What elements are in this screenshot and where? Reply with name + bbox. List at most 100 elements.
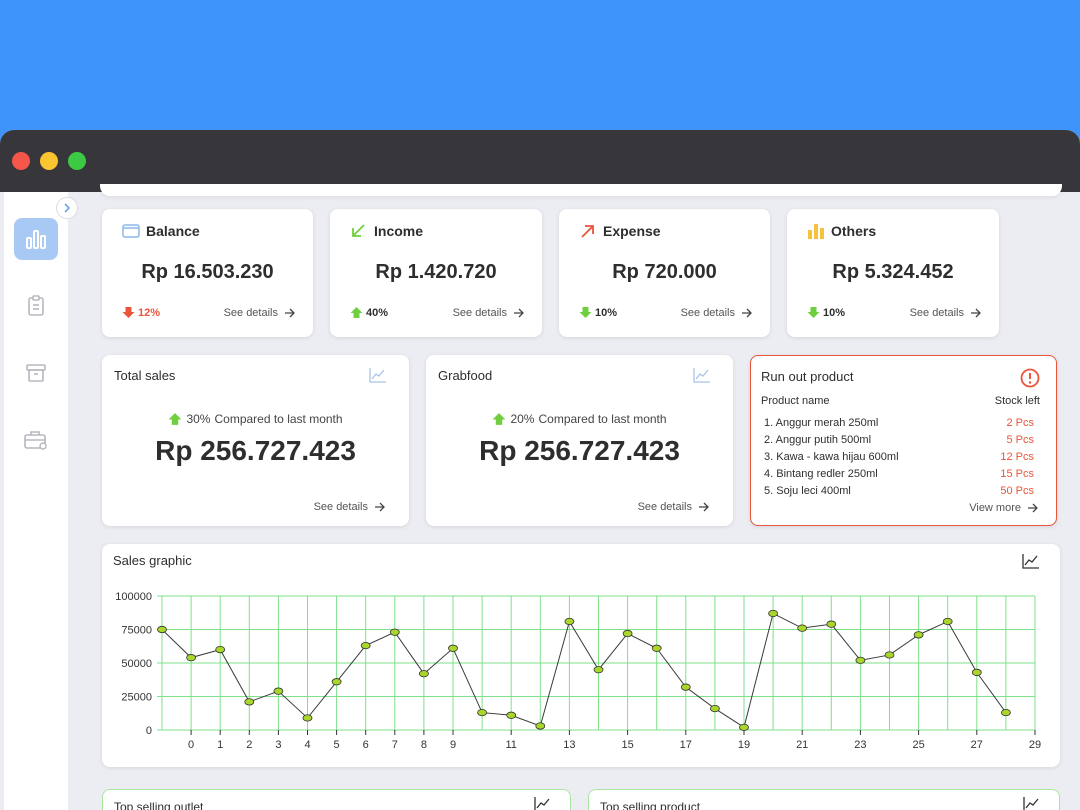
data-point[interactable] [884, 651, 895, 659]
others-percent: 10% [823, 306, 846, 319]
line-chart-icon[interactable] [1023, 796, 1041, 810]
product-name: 1. Anggur merah 250ml [764, 416, 879, 429]
sidebar-item-dashboard[interactable] [14, 218, 58, 260]
data-point[interactable] [564, 617, 575, 626]
list-item: 5. Soju leci 400ml 50 Pcs [761, 482, 1034, 499]
x-tick-label: 8 [421, 739, 427, 751]
sidebar-item-outlets[interactable] [14, 419, 58, 461]
data-point[interactable] [360, 641, 371, 650]
maximize-window-button[interactable] [68, 152, 86, 170]
chart-grid [157, 595, 1036, 731]
arrow-up-icon [492, 413, 506, 425]
balance-card: Balance Rp 16.503.230 12% See details [102, 209, 313, 337]
see-details-label: See details [223, 306, 278, 319]
arrow-right-icon [514, 308, 524, 317]
stock-left: 2 Pcs [1006, 416, 1034, 429]
arrow-right-icon [699, 502, 709, 512]
view-more-link[interactable]: View more [969, 502, 1038, 514]
data-point[interactable] [913, 631, 924, 639]
top-selling-outlet-card: Top selling outlet [102, 789, 571, 810]
data-point[interactable] [710, 704, 720, 713]
data-point[interactable] [739, 723, 749, 731]
data-point[interactable] [1001, 708, 1011, 717]
grabfood-value: Rp 256.727.423 [479, 435, 680, 466]
data-point[interactable] [244, 698, 255, 706]
data-point[interactable] [157, 625, 167, 634]
data-point[interactable] [797, 624, 808, 632]
expense-card: Expense Rp 720.000 10% See details [559, 209, 770, 337]
product-name: 4. Bintang redler 250ml [764, 467, 878, 480]
header-strip [100, 184, 1062, 196]
data-point[interactable] [535, 722, 546, 730]
data-point[interactable] [186, 654, 196, 662]
x-tick-label: 0 [188, 739, 194, 751]
expense-percent: 10% [595, 306, 618, 319]
data-point[interactable] [855, 656, 866, 664]
data-point[interactable] [389, 628, 400, 636]
arrow-down-icon [579, 307, 592, 318]
arrow-up-right-icon [581, 225, 594, 238]
total-sales-card: Total sales 30% Compared to last month R… [102, 355, 409, 526]
data-point[interactable] [593, 666, 604, 674]
chart-axes: 02500050000750001000000 1 2 3 4 5 6 7 8 9 11 13 15 17… [115, 591, 1041, 751]
bar-chart-icon [26, 230, 46, 249]
see-details-label: See details [680, 306, 735, 319]
sidebar-item-reports[interactable] [14, 285, 58, 327]
title-bar [0, 130, 1080, 192]
data-point[interactable] [215, 646, 226, 654]
grabfood-percent: 20% [510, 412, 535, 426]
line-chart-icon[interactable] [369, 367, 387, 383]
x-tick-label: 13 [563, 739, 575, 751]
others-see-details-link[interactable]: See details [910, 307, 981, 319]
grabfood-see-details-link[interactable]: See details [638, 501, 709, 513]
arrow-right-icon [971, 308, 981, 317]
total-sales-see-details-link[interactable]: See details [314, 501, 385, 513]
data-point[interactable] [942, 617, 953, 626]
data-point[interactable] [651, 644, 662, 652]
total-sales-title: Total sales [114, 368, 176, 383]
expense-see-details-link[interactable]: See details [681, 307, 752, 319]
line-chart-icon[interactable] [534, 796, 552, 810]
clipboard-icon [28, 295, 44, 316]
income-see-details-link[interactable]: See details [453, 307, 524, 319]
expense-title: Expense [603, 223, 661, 239]
x-tick-label: 3 [275, 739, 281, 751]
data-point[interactable] [622, 629, 633, 638]
alert-circle-icon [1020, 368, 1040, 388]
see-details-label: See details [452, 306, 507, 319]
sidebar-collapse-button[interactable] [56, 197, 78, 219]
stock-left: 50 Pcs [1000, 484, 1034, 497]
minimize-window-button[interactable] [40, 152, 58, 170]
arrow-right-icon [285, 308, 295, 317]
arrow-up-icon [168, 413, 182, 425]
close-window-button[interactable] [12, 152, 30, 170]
data-point[interactable] [826, 620, 837, 628]
data-point[interactable] [448, 644, 458, 652]
sales-line-chart: 02500050000750001000000 1 2 3 4 5 6 7 8 9 11 13 15 17… [115, 591, 1041, 751]
dashboard-content: Balance Rp 16.503.230 12% See details In [0, 184, 1080, 810]
sidebar-item-inventory[interactable] [14, 352, 58, 394]
data-point[interactable] [331, 678, 342, 686]
data-point[interactable] [971, 668, 982, 676]
chart-series [157, 609, 1011, 731]
see-details-label: See details [909, 306, 964, 319]
others-value: Rp 5.324.452 [832, 261, 954, 283]
line-chart-icon[interactable] [693, 367, 711, 383]
y-tick-label: 75000 [121, 625, 152, 637]
x-tick-label: 21 [796, 739, 808, 751]
income-trend: 40% [350, 306, 388, 319]
see-details-label: See details [313, 501, 368, 513]
data-point[interactable] [506, 711, 517, 719]
x-tick-label: 25 [912, 739, 924, 751]
data-point[interactable] [273, 687, 284, 695]
y-tick-label: 50000 [121, 658, 152, 670]
data-point[interactable] [680, 683, 691, 691]
data-point[interactable] [302, 714, 313, 722]
data-point[interactable] [477, 708, 488, 717]
x-tick-label: 29 [1029, 739, 1041, 751]
data-point[interactable] [768, 609, 778, 618]
data-point[interactable] [418, 670, 429, 678]
list-item: 2. Anggur putih 500ml 5 Pcs [761, 431, 1034, 448]
grabfood-title: Grabfood [438, 368, 493, 383]
balance-see-details-link[interactable]: See details [224, 307, 295, 319]
